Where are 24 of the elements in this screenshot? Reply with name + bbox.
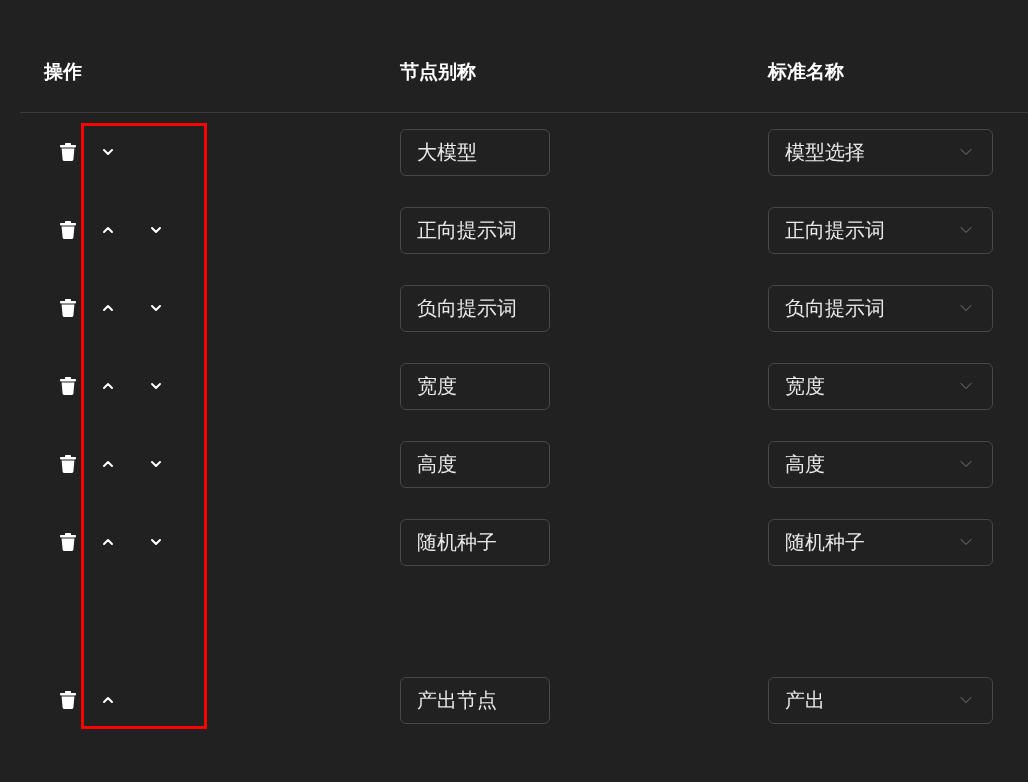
alias-input-field[interactable]: 高度 [400,440,550,488]
trash-icon[interactable] [60,299,76,317]
alias-input-field[interactable]: 负向提示词 [400,284,550,332]
alias-input-field[interactable]: 随机种子 [400,518,550,566]
column-header: 标准名称 [768,59,844,84]
column-header: 节点别称 [400,59,476,84]
standard-name-select[interactable]: 高度 [768,440,993,488]
column-header: 操作 [44,59,82,84]
standard-name-select[interactable]: 产出 [768,676,993,724]
standard-name-select[interactable]: 负向提示词 [768,284,993,332]
trash-icon[interactable] [60,533,76,551]
alias-input-field[interactable]: 大模型 [400,128,550,176]
trash-icon[interactable] [60,143,76,161]
alias-input-field[interactable]: 产出节点 [400,676,550,724]
trash-icon[interactable] [60,691,76,709]
trash-icon[interactable] [60,455,76,473]
alias-input-field[interactable]: 宽度 [400,362,550,410]
standard-name-select[interactable]: 宽度 [768,362,993,410]
standard-name-select[interactable]: 随机种子 [768,518,993,566]
standard-name-select[interactable]: 模型选择 [768,128,993,176]
trash-icon[interactable] [60,377,76,395]
alias-input-field[interactable]: 正向提示词 [400,206,550,254]
standard-name-select[interactable]: 正向提示词 [768,206,993,254]
trash-icon[interactable] [60,221,76,239]
